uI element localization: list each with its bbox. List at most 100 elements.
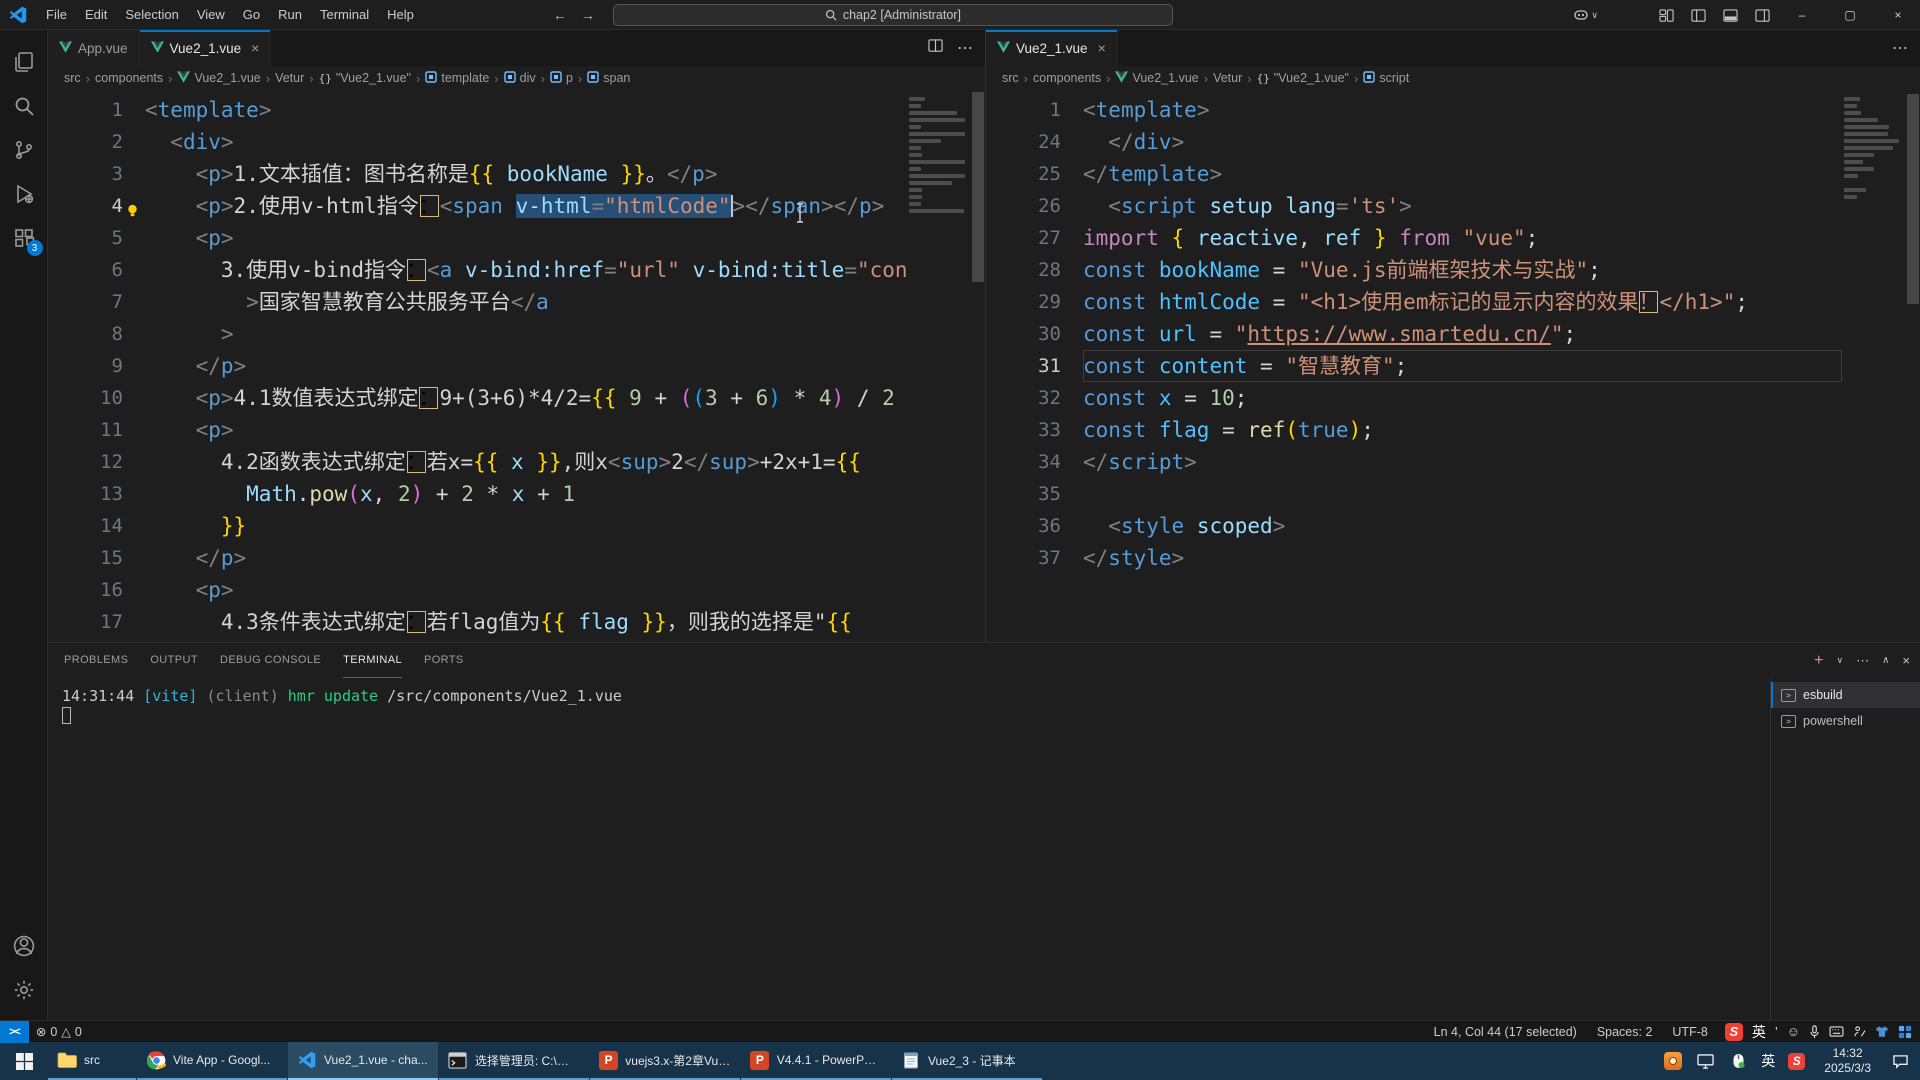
code-line-32[interactable]: const x = 10; xyxy=(1083,382,1842,414)
sogou-logo-icon[interactable]: S xyxy=(1725,1023,1743,1041)
forward-icon[interactable]: → xyxy=(581,7,595,23)
explorer-icon[interactable] xyxy=(0,40,48,84)
code-line-29[interactable]: const htmlCode = "<h1>使用em标记的显示内容的效果！</h… xyxy=(1083,286,1842,318)
code-line-1[interactable]: <template> xyxy=(1083,94,1842,126)
tray-ime-mode[interactable]: 英 xyxy=(1761,1051,1775,1071)
code-line-6[interactable]: 3.使用v-bind指令：<a v-bind:href="url" v-bind… xyxy=(145,254,907,286)
code-line-26[interactable]: <script setup lang='ts'> xyxy=(1083,190,1842,222)
menu-help[interactable]: Help xyxy=(378,0,423,30)
breadcrumb-item-src[interactable]: src xyxy=(64,71,81,85)
breadcrumb-item-Vue21vue[interactable]: {}"Vue2_1.vue" xyxy=(319,71,411,85)
code-line-5[interactable]: <p> xyxy=(145,222,907,254)
terminal-instance-powershell[interactable]: >powershell xyxy=(1771,708,1920,734)
tab-Vue2_1.vue[interactable]: Vue2_1.vue× xyxy=(140,30,272,66)
run-debug-icon[interactable] xyxy=(0,172,48,216)
more-actions-icon[interactable]: ⋯ xyxy=(1892,38,1908,58)
breadcrumb-item-Vue21vue[interactable]: Vue2_1.vue xyxy=(1115,71,1198,86)
code-line-8[interactable]: > xyxy=(145,318,907,350)
taskbar-item-ppt[interactable]: Pvuejs3.x-第2章Vue... xyxy=(590,1042,740,1080)
emoji-icon[interactable]: ☺ xyxy=(1787,1024,1800,1039)
code-line-11[interactable]: <p> xyxy=(145,414,907,446)
code-line-30[interactable]: const url = "https://www.smartedu.cn/"; xyxy=(1083,318,1842,350)
toggle-panel-icon[interactable] xyxy=(1716,0,1744,30)
editor-right[interactable]: 1<template>24 </div>25</template>26 <scr… xyxy=(986,90,1920,642)
code-line-31[interactable]: const content = "智慧教育"; xyxy=(1083,350,1842,382)
code-line-7[interactable]: >国家智慧教育公共服务平台</a xyxy=(145,286,907,318)
menu-file[interactable]: File xyxy=(37,0,76,30)
breadcrumb-item-template[interactable]: template xyxy=(425,71,489,86)
keyboard-icon[interactable] xyxy=(1829,1026,1844,1037)
toggle-secondary-sidebar-icon[interactable] xyxy=(1748,0,1776,30)
code-line-25[interactable]: </template> xyxy=(1083,158,1842,190)
code-line-36[interactable]: <style scoped> xyxy=(1083,510,1842,542)
scrollbar[interactable] xyxy=(1906,90,1920,642)
breadcrumb-item-Vue21vue[interactable]: {}"Vue2_1.vue" xyxy=(1257,71,1349,85)
code-line-34[interactable]: </script> xyxy=(1083,446,1842,478)
menu-edit[interactable]: Edit xyxy=(76,0,116,30)
ime-punctuation-icon[interactable]: ’ xyxy=(1775,1024,1778,1039)
code-line-4[interactable]: <p>2.使用v-html指令：<span v-html="htmlCode">… xyxy=(145,190,907,222)
code-line-2[interactable]: <div> xyxy=(145,126,907,158)
breadcrumb-item-div[interactable]: div xyxy=(504,71,536,86)
taskbar-item-admin[interactable]: 选择管理员: C:\Wi... xyxy=(439,1042,589,1080)
action-center-icon[interactable] xyxy=(1890,1051,1910,1071)
breadcrumb-item-components[interactable]: components xyxy=(1033,71,1101,85)
extensions-icon[interactable]: 3 xyxy=(0,216,48,260)
back-icon[interactable]: ← xyxy=(553,7,567,23)
remote-indicator[interactable]: >< xyxy=(0,1021,29,1043)
command-center-search[interactable]: chap2 [Administrator] xyxy=(613,4,1173,26)
clock[interactable]: 14:32 2025/3/3 xyxy=(1818,1046,1877,1076)
new-terminal-icon[interactable]: + xyxy=(1814,652,1823,670)
code-line-28[interactable]: const bookName = "Vue.js前端框架技术与实战"; xyxy=(1083,254,1842,286)
maximize-panel-icon[interactable]: ∧ xyxy=(1882,655,1889,666)
tab-Vue2_1.vue[interactable]: Vue2_1.vue× xyxy=(986,30,1118,66)
scrollbar[interactable] xyxy=(971,90,985,642)
code-line-3[interactable]: <p>1.文本插值：图书名称是{{ bookName }}。</p> xyxy=(145,158,907,190)
terminal-output[interactable]: 14:31:44 [vite] (client) hmr update /src… xyxy=(48,678,1770,1020)
menu-view[interactable]: View xyxy=(188,0,234,30)
code-line-37[interactable]: </style> xyxy=(1083,542,1842,574)
breadcrumb-item-p[interactable]: p xyxy=(550,71,573,86)
mic-icon[interactable] xyxy=(1809,1025,1820,1039)
settings-gear-icon[interactable] xyxy=(0,968,48,1012)
panel-tab-problems[interactable]: PROBLEMS xyxy=(64,644,128,678)
code-line-33[interactable]: const flag = ref(true); xyxy=(1083,414,1842,446)
code-line-17[interactable]: 4.3条件表达式绑定：若flag值为{{ flag }}，则我的选择是"{{ xyxy=(145,606,907,638)
more-actions-icon[interactable]: ⋯ xyxy=(957,38,973,58)
search-sidebar-icon[interactable] xyxy=(0,84,48,128)
indentation[interactable]: Spaces: 2 xyxy=(1590,1025,1660,1039)
breadcrumb-item-span[interactable]: span xyxy=(587,71,630,86)
minimap[interactable] xyxy=(907,94,971,642)
breadcrumb-item-script[interactable]: script xyxy=(1363,71,1409,86)
menu-selection[interactable]: Selection xyxy=(116,0,187,30)
panel-more-icon[interactable]: ⋯ xyxy=(1856,653,1869,669)
editor-left[interactable]: 1<template>2 <div>3 <p>1.文本插值：图书名称是{{ bo… xyxy=(48,90,985,642)
code-line-10[interactable]: <p>4.1数值表达式绑定：9+(3+6)*4/2={{ 9 + ((3 + 6… xyxy=(145,382,907,414)
customize-layout-icon[interactable] xyxy=(1652,0,1680,30)
breadcrumb-item-Vue21vue[interactable]: Vue2_1.vue xyxy=(177,71,260,86)
tray-sogou-icon[interactable]: S xyxy=(1788,1053,1805,1070)
taskbar-item-folder[interactable]: src xyxy=(48,1042,136,1080)
terminal-instance-esbuild[interactable]: >esbuild xyxy=(1771,682,1920,708)
skin-shirt-icon[interactable] xyxy=(1875,1025,1889,1038)
code-line-12[interactable]: 4.2函数表达式绑定：若x={{ x }},则x<sup>2</sup>+2x+… xyxy=(145,446,907,478)
tab-App.vue[interactable]: App.vue xyxy=(48,30,140,66)
menu-go[interactable]: Go xyxy=(234,0,269,30)
account-icon[interactable] xyxy=(0,924,48,968)
code-line-16[interactable]: <p> xyxy=(145,574,907,606)
handwriting-icon[interactable] xyxy=(1853,1025,1866,1038)
breadcrumb-item-Vetur[interactable]: Vetur xyxy=(275,71,304,85)
taskbar-item-chrome[interactable]: Vite App - Googl... xyxy=(137,1042,287,1080)
breadcrumb-item-Vetur[interactable]: Vetur xyxy=(1213,71,1242,85)
panel-tab-debug-console[interactable]: DEBUG CONSOLE xyxy=(220,644,321,678)
ime-mode[interactable]: 英 xyxy=(1752,1022,1766,1042)
taskbar-item-notepad[interactable]: Vue2_3 - 记事本 xyxy=(892,1042,1042,1080)
code-line-15[interactable]: </p> xyxy=(145,542,907,574)
code-line-24[interactable]: </div> xyxy=(1083,126,1842,158)
terminal-dropdown-icon[interactable]: ∨ xyxy=(1836,655,1843,666)
breadcrumb-item-src[interactable]: src xyxy=(1002,71,1019,85)
code-line-9[interactable]: </p> xyxy=(145,350,907,382)
source-control-icon[interactable] xyxy=(0,128,48,172)
close-panel-icon[interactable]: × xyxy=(1902,653,1910,668)
cursor-position[interactable]: Ln 4, Col 44 (17 selected) xyxy=(1427,1025,1584,1039)
